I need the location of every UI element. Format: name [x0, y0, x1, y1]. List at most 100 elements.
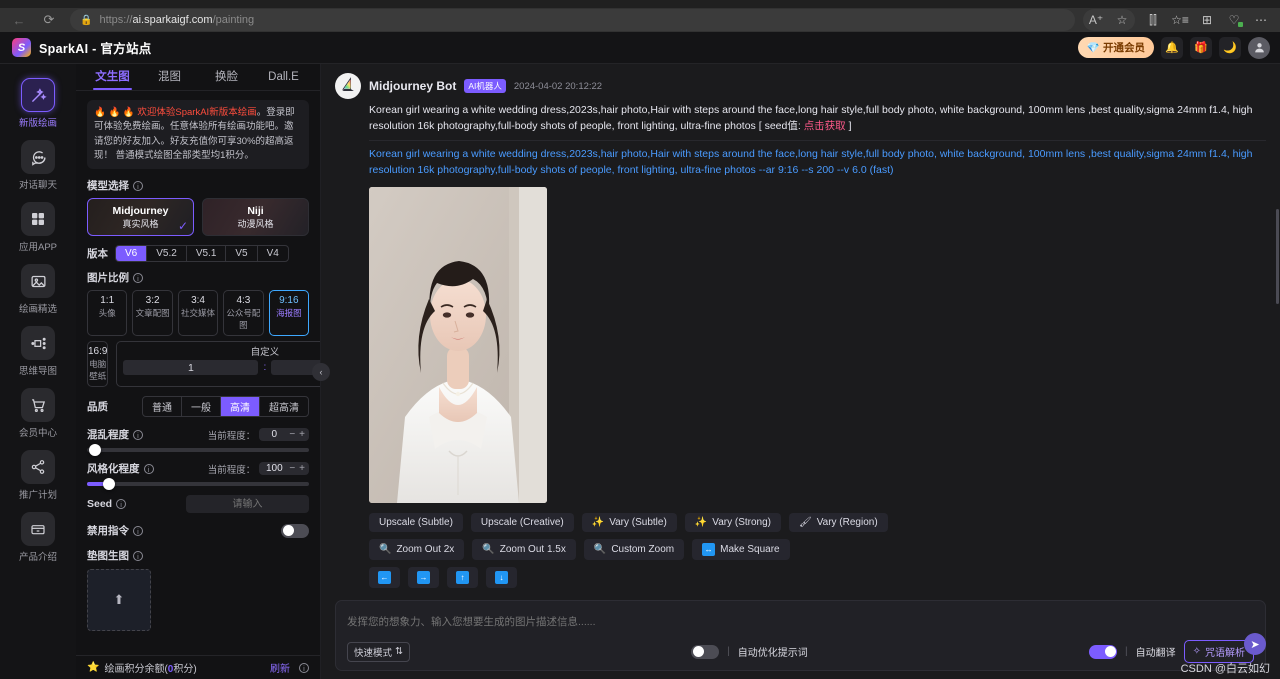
upscale-creative-button[interactable]: Upscale (Creative) [471, 513, 574, 532]
sidebar-item-chat[interactable]: 对话聊天 [7, 140, 69, 191]
disable-command-label: 禁用指令 i [87, 523, 143, 538]
sidebar-item-affiliate[interactable]: 推广计划 [7, 450, 69, 501]
info-icon[interactable]: i [133, 273, 143, 283]
chat-scrollbar[interactable] [1276, 209, 1279, 304]
chevron-left-icon[interactable]: ‹ [312, 363, 330, 381]
refresh-credits-button[interactable]: 刷新 [270, 660, 290, 675]
minus-icon[interactable]: − [289, 463, 295, 474]
ratio-option-3-4[interactable]: 3:4 社交媒体 [178, 290, 218, 336]
seed-input[interactable] [186, 495, 309, 513]
quality-option-general[interactable]: 一般 [182, 397, 221, 416]
avatar[interactable] [1248, 37, 1270, 59]
info-icon[interactable]: i [299, 663, 309, 673]
tab-text-to-image[interactable]: 文生图 [84, 64, 141, 90]
ratio-option-16-9[interactable]: 16:9 电脑壁纸 [87, 341, 108, 387]
vip-upgrade-button[interactable]: 💎 开通会员 [1078, 37, 1154, 58]
check-icon: ✓ [178, 219, 188, 233]
tab-blend[interactable]: 混图 [141, 64, 198, 90]
pan-left-button[interactable]: ← [369, 567, 400, 588]
favorites-star-icon[interactable]: ☆ [1109, 9, 1135, 31]
read-aloud-icon[interactable]: A⁺ [1083, 9, 1109, 31]
sidebar-item-product-intro[interactable]: 产品介绍 [7, 512, 69, 563]
upload-icon[interactable]: ⬆ [87, 569, 151, 631]
minus-icon[interactable]: − [289, 429, 295, 440]
disable-command-toggle[interactable] [281, 524, 309, 538]
seed-get-link[interactable]: 点击获取 [804, 120, 846, 132]
tab-face-swap[interactable]: 换脸 [198, 64, 255, 90]
chevron-updown-icon: ⇅ [395, 646, 403, 657]
quality-option-uhd[interactable]: 超高清 [260, 397, 308, 416]
upscale-subtle-button[interactable]: Upscale (Subtle) [369, 513, 463, 532]
plus-icon[interactable]: + [299, 429, 305, 440]
mode-selector[interactable]: 快速模式 ⇅ [347, 642, 410, 662]
stylize-slider-track[interactable] [87, 482, 309, 486]
browser-tab-strip[interactable] [0, 0, 1280, 8]
zoom-out-2x-button[interactable]: 🔍Zoom Out 2x [369, 539, 464, 560]
stylize-slider-knob[interactable] [103, 478, 115, 490]
auto-optimize-toggle[interactable] [691, 645, 719, 659]
auto-translate-label: 自动翻译 [1136, 644, 1176, 659]
add-to-tab-icon[interactable]: ⊞ [1194, 9, 1220, 31]
address-bar[interactable]: 🔒 https://ai.sparkaigf.com/painting [70, 9, 1075, 31]
back-arrow-icon[interactable]: ← [6, 9, 32, 31]
split-screen-icon[interactable]: ⫿⫿ [1140, 9, 1166, 31]
prompt-input[interactable] [347, 609, 1254, 635]
version-option-v4[interactable]: V4 [258, 246, 288, 261]
info-icon[interactable]: i [144, 464, 154, 474]
sidebar-item-new-painting[interactable]: 新版绘画 [7, 78, 69, 129]
pan-right-button[interactable]: → [408, 567, 439, 588]
sidebar-item-mindmap[interactable]: 思维导图 [7, 326, 69, 377]
vary-strong-button[interactable]: ✨Vary (Strong) [685, 513, 781, 532]
info-icon[interactable]: i [133, 181, 143, 191]
ratio-option-9-16[interactable]: 9:16 海报图 [269, 290, 309, 336]
model-card-niji[interactable]: Niji 动漫风格 [202, 198, 309, 236]
ratio-option-1-1[interactable]: 1:1 头像 [87, 290, 127, 336]
auto-translate-toggle[interactable] [1089, 645, 1117, 659]
make-square-button[interactable]: ↔Make Square [692, 539, 789, 560]
pan-up-button[interactable]: ↑ [447, 567, 478, 588]
sidebar-item-gallery[interactable]: 绘画精选 [7, 264, 69, 315]
ratio-option-4-3[interactable]: 4:3 公众号配图 [223, 290, 263, 336]
version-option-v52[interactable]: V5.2 [147, 246, 187, 261]
pan-down-button[interactable]: ↓ [486, 567, 517, 588]
zoom-out-1_5x-button[interactable]: 🔍Zoom Out 1.5x [472, 539, 576, 560]
gift-icon[interactable]: 🎁 [1190, 37, 1212, 59]
collections-icon[interactable]: ☆≡ [1167, 9, 1193, 31]
generated-image[interactable] [369, 187, 547, 503]
version-option-v51[interactable]: V5.1 [187, 246, 227, 261]
moon-icon[interactable]: 🌙 [1219, 37, 1241, 59]
vary-subtle-button[interactable]: ✨Vary (Subtle) [582, 513, 677, 532]
box-icon [21, 512, 55, 546]
send-icon[interactable]: ➤ [1244, 633, 1266, 655]
sidebar-item-membership[interactable]: 会员中心 [7, 388, 69, 439]
chat-scroll[interactable]: Midjourney Bot AI机器人 2024-04-02 20:12:22… [321, 64, 1280, 600]
info-icon[interactable]: i [133, 551, 143, 561]
chaos-slider-track[interactable] [87, 448, 309, 452]
chaos-slider-knob[interactable] [89, 444, 101, 456]
message-sender: Midjourney Bot [369, 79, 456, 93]
version-option-v6[interactable]: V6 [116, 246, 147, 261]
quality-option-hd[interactable]: 高清 [221, 397, 260, 416]
custom-zoom-button[interactable]: 🔍Custom Zoom [584, 539, 684, 560]
prompt-composer: 快速模式 ⇅ | 自动优化提示词 | 自动翻译 ✧ 咒语解析 [335, 600, 1266, 671]
info-icon[interactable]: i [116, 499, 126, 509]
ratio-option-3-2[interactable]: 3:2 文章配图 [132, 290, 172, 336]
quality-option-normal[interactable]: 普通 [143, 397, 182, 416]
plus-icon[interactable]: + [299, 463, 305, 474]
model-card-midjourney[interactable]: Midjourney 真实风格 ✓ [87, 198, 194, 236]
stylize-stepper[interactable]: 100 − + [259, 462, 309, 475]
browser-essentials-icon[interactable]: ♡ [1221, 9, 1247, 31]
info-icon[interactable]: i [133, 430, 143, 440]
bell-icon[interactable]: 🔔 [1161, 37, 1183, 59]
custom-width-input[interactable] [123, 360, 258, 375]
chaos-stepper[interactable]: 0 − + [259, 428, 309, 441]
more-options-icon[interactable]: ⋯ [1248, 9, 1274, 31]
info-icon[interactable]: i [133, 526, 143, 536]
brand[interactable]: S SparkAI - 官方站点 [12, 38, 152, 57]
version-option-v5[interactable]: V5 [226, 246, 257, 261]
sidebar-item-apps[interactable]: 应用APP [7, 202, 69, 253]
tab-dalle[interactable]: Dall.E [255, 64, 312, 90]
vary-region-button[interactable]: 🖌Vary (Region) [789, 513, 888, 532]
reload-icon[interactable]: ⟳ [36, 9, 62, 31]
ratio-label: 图片比例 i [87, 270, 309, 285]
